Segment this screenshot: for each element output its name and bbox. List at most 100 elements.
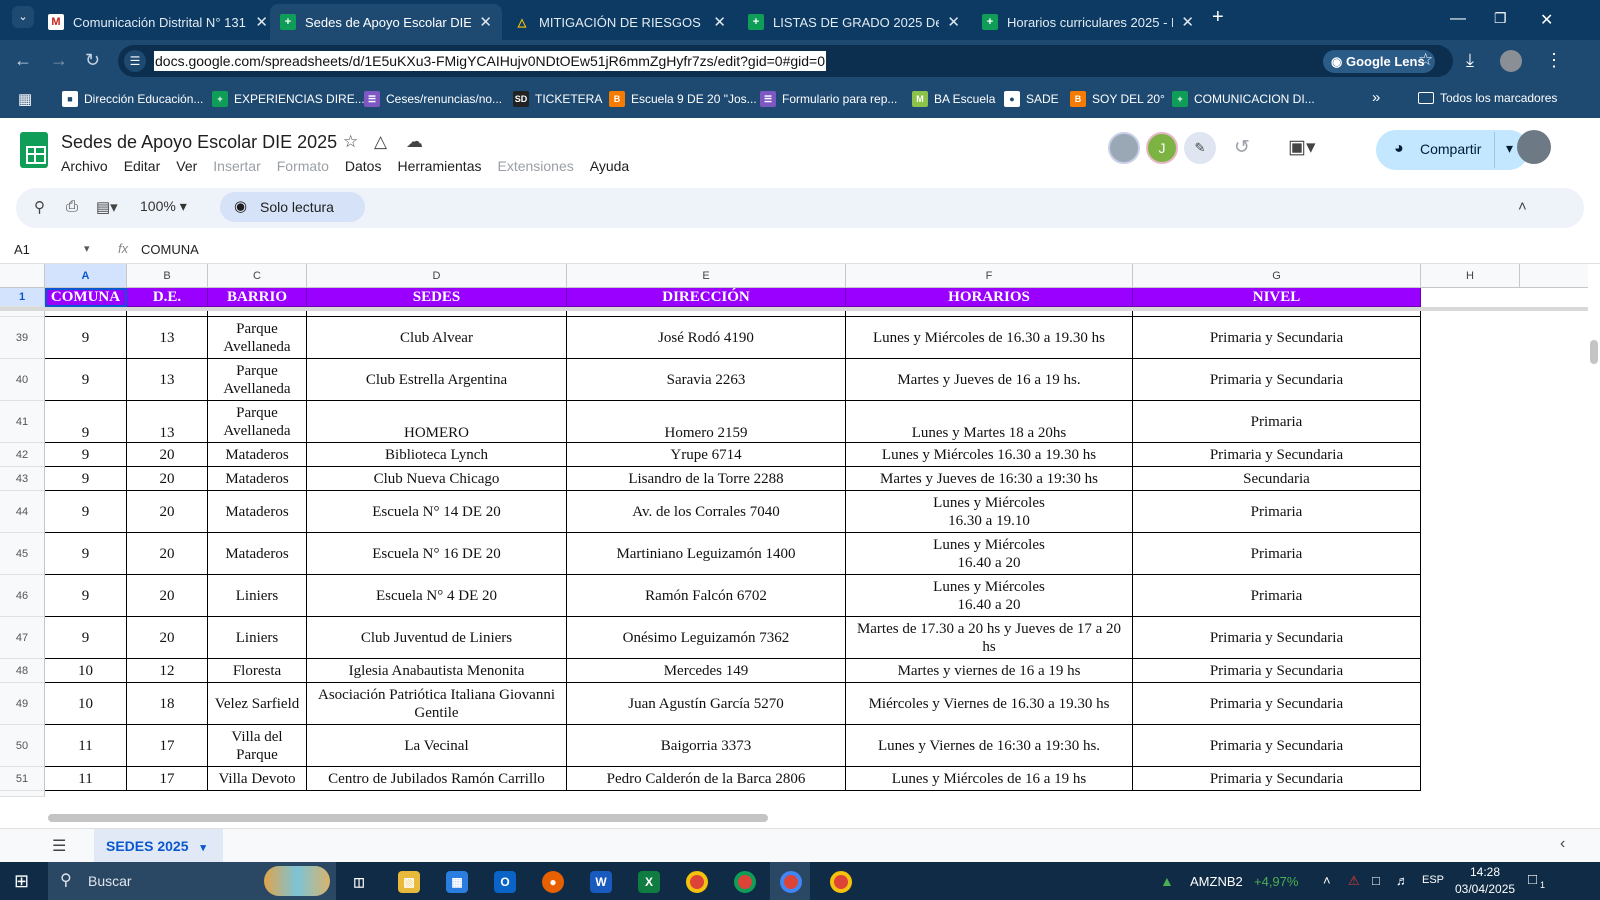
network-icon[interactable]: □: [1372, 873, 1380, 888]
read-only-badge[interactable]: ◉ Solo lectura: [220, 192, 365, 222]
notifications-icon[interactable]: □: [1528, 871, 1537, 888]
table-cell[interactable]: 13: [127, 317, 208, 359]
table-cell[interactable]: Primaria: [1133, 533, 1421, 575]
table-cell[interactable]: 20: [127, 617, 208, 659]
column-header[interactable]: G: [1133, 264, 1421, 288]
bookmark-item[interactable]: SD TICKETERA: [513, 91, 602, 107]
table-cell[interactable]: Ramón Falcón 6702: [567, 575, 846, 617]
table-cell[interactable]: Baigorria 3373: [567, 725, 846, 767]
stock-chart-icon[interactable]: ▲: [1160, 873, 1174, 889]
menu-ayuda[interactable]: Ayuda: [590, 158, 629, 174]
cloud-status-icon[interactable]: ☁: [406, 132, 423, 152]
table-cell[interactable]: Primaria y Secundaria: [1133, 659, 1421, 683]
share-button[interactable]: ◕ Compartir ▾: [1376, 130, 1529, 170]
row-header[interactable]: 42: [0, 443, 45, 467]
row-header[interactable]: 40: [0, 359, 45, 401]
table-cell[interactable]: Onésimo Leguizamón 7362: [567, 617, 846, 659]
table-cell[interactable]: Miércoles y Viernes de 16.30 a 19.30 hs: [846, 683, 1133, 725]
table-cell[interactable]: Parque Avellaneda: [208, 317, 307, 359]
table-cell[interactable]: Primaria: [1133, 491, 1421, 533]
file-explorer-icon[interactable]: ▧: [398, 871, 420, 893]
sheet-tab-dropdown-icon[interactable]: ▾: [200, 842, 206, 854]
all-bookmarks-folder[interactable]: Todos los marcadores: [1418, 91, 1557, 105]
table-cell[interactable]: Juan Agustín García 5270: [567, 683, 846, 725]
site-info-icon[interactable]: ☰: [124, 50, 146, 72]
chrome-active-icon[interactable]: [780, 871, 802, 893]
table-cell[interactable]: Primaria y Secundaria: [1133, 767, 1421, 791]
table-cell[interactable]: 9: [45, 617, 127, 659]
table-cell[interactable]: Floresta: [208, 659, 307, 683]
header-cell[interactable]: D.E.: [127, 288, 208, 307]
table-cell[interactable]: Mercedes 149: [567, 659, 846, 683]
table-cell[interactable]: Primaria y Secundaria: [1133, 359, 1421, 401]
table-cell[interactable]: HOMERO: [307, 401, 567, 443]
menu-ver[interactable]: Ver: [176, 158, 197, 174]
table-cell[interactable]: Biblioteca Lynch: [307, 443, 567, 467]
search-icon[interactable]: ⚲: [34, 198, 45, 216]
table-cell[interactable]: 20: [127, 443, 208, 467]
table-cell[interactable]: 20: [127, 467, 208, 491]
menu-datos[interactable]: Datos: [345, 158, 382, 174]
header-cell[interactable]: COMUNA: [45, 288, 127, 307]
new-tab-button[interactable]: +: [1212, 6, 1224, 29]
table-cell[interactable]: Club Juventud de Liniers: [307, 617, 567, 659]
outlook-icon[interactable]: O: [494, 871, 516, 893]
menu-insertar[interactable]: Insertar: [213, 158, 260, 174]
tab-search-icon[interactable]: ⌄: [12, 6, 34, 28]
table-cell[interactable]: Villa del Parque: [208, 725, 307, 767]
menu-editar[interactable]: Editar: [124, 158, 161, 174]
table-cell[interactable]: Primaria y Secundaria: [1133, 725, 1421, 767]
table-cell[interactable]: Primaria y Secundaria: [1133, 443, 1421, 467]
table-cell[interactable]: Escuela N° 4 DE 20: [307, 575, 567, 617]
chrome-profile-2-icon[interactable]: [830, 871, 852, 893]
language-indicator[interactable]: ESP: [1422, 874, 1444, 886]
table-cell[interactable]: Villa Devoto: [208, 767, 307, 791]
row-header[interactable]: 45: [0, 533, 45, 575]
tab-close-icon[interactable]: ✕: [713, 13, 726, 31]
table-cell[interactable]: 20: [127, 533, 208, 575]
restore-icon[interactable]: ❐: [1494, 10, 1507, 27]
account-avatar[interactable]: [1517, 130, 1551, 164]
browser-tab[interactable]: M Comunicación Distrital N° 131 S ✕: [38, 4, 278, 40]
table-cell[interactable]: Escuela N° 14 DE 20: [307, 491, 567, 533]
table-cell[interactable]: 12: [127, 659, 208, 683]
table-cell[interactable]: Av. de los Corrales 7040: [567, 491, 846, 533]
table-cell[interactable]: Martiniano Leguizamón 1400: [567, 533, 846, 575]
table-cell[interactable]: Martes y Jueves de 16:30 a 19:30 hs: [846, 467, 1133, 491]
tab-close-icon[interactable]: ✕: [479, 13, 492, 31]
table-cell[interactable]: 18: [127, 683, 208, 725]
table-cell[interactable]: 11: [45, 725, 127, 767]
table-cell[interactable]: 17: [127, 725, 208, 767]
stock-name[interactable]: AMZNB2: [1190, 874, 1243, 889]
bookmark-item[interactable]: ● SADE: [1004, 91, 1059, 107]
table-cell[interactable]: 9: [45, 317, 127, 359]
table-cell[interactable]: 10: [45, 683, 127, 725]
menu-extensiones[interactable]: Extensiones: [497, 158, 573, 174]
apps-grid-icon[interactable]: ▦: [18, 90, 32, 108]
table-cell[interactable]: Mataderos: [208, 443, 307, 467]
table-cell[interactable]: Primaria y Secundaria: [1133, 617, 1421, 659]
download-icon[interactable]: ⤓: [1466, 50, 1474, 71]
omnibox[interactable]: ☰ docs.google.com/spreadsheets/d/1E5uKXu…: [118, 45, 1453, 77]
url-text[interactable]: docs.google.com/spreadsheets/d/1E5uKXu3-…: [154, 51, 826, 71]
row-header[interactable]: 50: [0, 725, 45, 767]
table-cell[interactable]: Mataderos: [208, 491, 307, 533]
table-cell[interactable]: Mataderos: [208, 533, 307, 575]
table-cell[interactable]: Iglesia Anabautista Menonita: [307, 659, 567, 683]
column-header[interactable]: B: [127, 264, 208, 288]
bookmark-item[interactable]: M BA Escuela: [912, 91, 995, 107]
bookmark-star-icon[interactable]: ☆: [1418, 50, 1433, 70]
table-cell[interactable]: Martes y Jueves de 16 a 19 hs.: [846, 359, 1133, 401]
table-cell[interactable]: 10: [45, 659, 127, 683]
reload-icon[interactable]: ↻: [85, 50, 100, 71]
back-icon[interactable]: ←: [14, 50, 32, 71]
menu-formato[interactable]: Formato: [277, 158, 329, 174]
meet-icon[interactable]: ▣▾: [1288, 136, 1316, 159]
table-cell[interactable]: Lunes y Martes 18 a 20hs: [846, 401, 1133, 443]
forward-icon[interactable]: →: [50, 50, 68, 71]
vertical-scroll-thumb[interactable]: [1590, 340, 1598, 364]
row-header[interactable]: 47: [0, 617, 45, 659]
table-cell[interactable]: Martes de 17.30 a 20 hs y Jueves de 17 a…: [846, 617, 1133, 659]
document-title[interactable]: Sedes de Apoyo Escolar DIE 2025: [61, 132, 337, 153]
table-cell[interactable]: Mataderos: [208, 467, 307, 491]
